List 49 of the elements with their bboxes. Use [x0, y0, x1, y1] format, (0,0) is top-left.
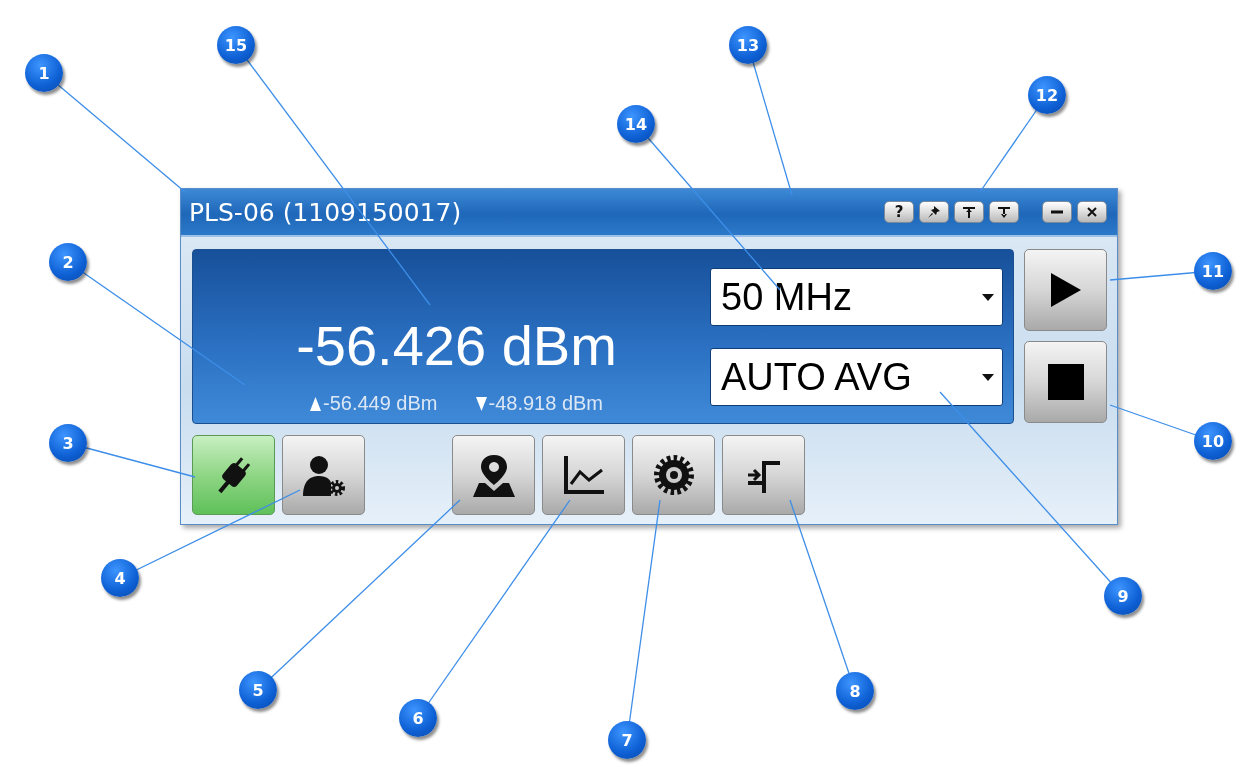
callout-number: 13 [729, 26, 767, 64]
averaging-dropdown[interactable]: AUTO AVG [710, 348, 1003, 406]
window-title: PLS-06 (1109150017) [189, 199, 462, 225]
up-reading: -56.449 dBm [323, 392, 438, 415]
line-chart-icon [561, 454, 606, 496]
settings-icon [651, 453, 696, 497]
minimize-icon [1051, 210, 1063, 214]
callout-number: 3 [49, 424, 87, 462]
down-reading: -48.918 dBm [488, 392, 603, 415]
callout-number: 2 [49, 243, 87, 281]
callout-number: 12 [1028, 76, 1066, 114]
stop-button[interactable] [1024, 341, 1107, 423]
callout-number: 4 [101, 559, 139, 597]
callout-number: 9 [1104, 577, 1142, 615]
play-icon [1050, 273, 1081, 307]
caret-icon [982, 293, 994, 301]
callout-number: 7 [608, 721, 646, 759]
settings-button[interactable] [632, 435, 715, 515]
power-reading: -56.426 dBm [296, 318, 617, 374]
callout-number: 11 [1194, 252, 1232, 290]
pin-icon [928, 206, 940, 218]
callout-number: 6 [399, 699, 437, 737]
callout-number: 5 [239, 671, 277, 709]
callout-number: 15 [217, 26, 255, 64]
chart-button[interactable] [542, 435, 625, 515]
up-triangle-icon [310, 396, 321, 411]
callout-number: 10 [1194, 422, 1232, 460]
frequency-dropdown[interactable]: 50 MHz [710, 268, 1003, 326]
play-button[interactable] [1024, 249, 1107, 331]
user-settings-button[interactable] [282, 435, 365, 515]
caret-icon [982, 373, 994, 381]
callout-number: 14 [617, 105, 655, 143]
down-triangle-icon [475, 396, 487, 411]
connect-button[interactable] [192, 435, 275, 515]
down-arrow-icon [998, 206, 1010, 218]
map-pin-icon [470, 453, 517, 497]
close-button[interactable] [1077, 201, 1107, 223]
callout-number: 8 [836, 672, 874, 710]
send-to-back-button[interactable] [989, 201, 1019, 223]
close-icon [1087, 207, 1097, 217]
bring-to-front-button[interactable] [954, 201, 984, 223]
callout-number: 1 [25, 54, 63, 92]
pin-button[interactable] [919, 201, 949, 223]
minimize-button[interactable] [1042, 201, 1072, 223]
stop-icon [1047, 364, 1084, 400]
step-button[interactable] [722, 435, 805, 515]
location-button[interactable] [452, 435, 535, 515]
up-arrow-icon [963, 206, 975, 218]
help-button[interactable]: ? [884, 201, 914, 223]
